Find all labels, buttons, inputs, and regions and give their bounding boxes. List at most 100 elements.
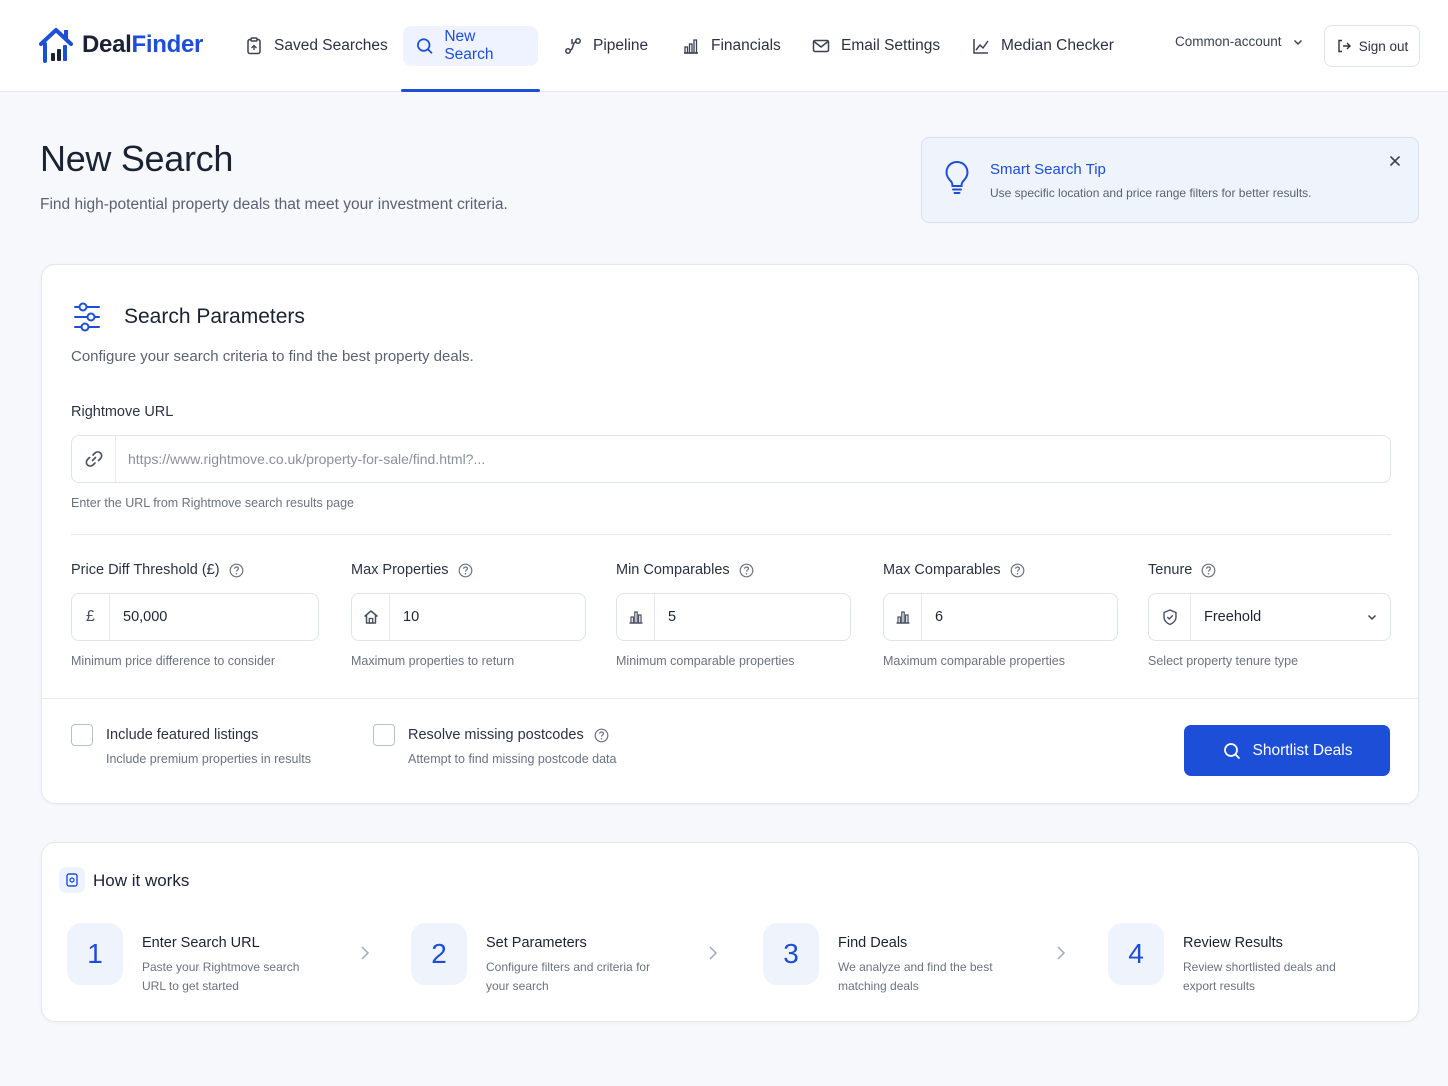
rightmove-url-input[interactable] xyxy=(128,448,1368,470)
tenure-label: Tenure xyxy=(1148,562,1216,578)
step-number: 3 xyxy=(763,923,819,985)
line-chart-icon xyxy=(973,39,989,54)
url-prefix xyxy=(72,436,116,482)
chevron-right-icon xyxy=(1057,946,1066,960)
max-properties-value: 10 xyxy=(403,609,420,625)
tip-text: Use specific location and price range fi… xyxy=(990,186,1312,200)
section-divider xyxy=(71,534,1391,535)
document-icon xyxy=(66,873,78,887)
page-title: New Search xyxy=(40,138,234,179)
step-title: Review Results xyxy=(1183,935,1283,951)
max-comparables-label: Max Comparables xyxy=(883,562,1025,578)
bar-chart-icon xyxy=(629,611,642,624)
max-comparables-field[interactable]: 6 xyxy=(883,593,1118,641)
how-it-works-badge xyxy=(59,867,85,893)
card-divider xyxy=(42,698,1418,699)
close-icon[interactable] xyxy=(1388,154,1402,168)
nav-median-checker[interactable]: Median Checker xyxy=(959,26,1126,66)
link-icon xyxy=(85,451,102,467)
step-title: Set Parameters xyxy=(486,935,587,951)
price-diff-label: Price Diff Threshold (£) xyxy=(71,562,244,578)
field-prefix xyxy=(884,594,922,640)
bar-chart-icon xyxy=(684,39,698,54)
nav-email-settings[interactable]: Email Settings xyxy=(799,26,952,66)
max-properties-help: Maximum properties to return xyxy=(351,654,515,668)
sliders-icon xyxy=(74,302,100,332)
field-prefix xyxy=(352,594,390,640)
nav-saved-searches[interactable]: Saved Searches xyxy=(232,26,400,66)
step-description: Review shortlisted deals and export resu… xyxy=(1183,960,1336,993)
resolve-postcodes-checkbox[interactable] xyxy=(373,724,395,746)
bar-chart-icon xyxy=(896,611,909,624)
price-diff-help: Minimum price difference to consider xyxy=(71,654,276,668)
min-comparables-field[interactable]: 5 xyxy=(616,593,851,641)
rightmove-url-label: Rightmove URL xyxy=(71,404,174,420)
mail-icon xyxy=(812,39,830,53)
help-circle-icon[interactable] xyxy=(739,563,754,578)
max-comparables-value: 6 xyxy=(935,609,944,625)
chevron-down-icon xyxy=(1367,614,1377,621)
min-comparables-help: Minimum comparable properties xyxy=(616,654,795,668)
step-title: Enter Search URL xyxy=(142,935,260,951)
min-comparables-value: 5 xyxy=(668,609,677,625)
help-circle-icon[interactable] xyxy=(229,563,244,578)
shield-icon xyxy=(1162,609,1177,626)
step-description: Configure filters and criteria for your … xyxy=(486,960,651,993)
step-title: Find Deals xyxy=(838,935,908,951)
logo-text: DealFinder xyxy=(82,31,204,58)
pipeline-icon xyxy=(565,38,581,54)
card-description: Configure your search criteria to find t… xyxy=(71,348,474,365)
help-circle-icon[interactable] xyxy=(458,563,473,578)
nav-pipeline[interactable]: Pipeline xyxy=(551,26,660,66)
resolve-postcodes-label[interactable]: Resolve missing postcodes xyxy=(408,727,609,743)
featured-listings-label[interactable]: Include featured listings xyxy=(106,727,258,743)
max-comparables-help: Maximum comparable properties xyxy=(883,654,1066,668)
house-chart-logo-icon xyxy=(39,28,73,63)
step-number: 1 xyxy=(67,923,123,985)
home-icon xyxy=(363,610,378,624)
shortlist-deals-button[interactable]: Shortlist Deals xyxy=(1184,725,1390,776)
card-heading: Search Parameters xyxy=(124,305,305,328)
resolve-postcodes-help: Attempt to find missing postcode data xyxy=(408,752,617,766)
logout-icon xyxy=(1338,39,1351,53)
step-description: We analyze and find the best matching de… xyxy=(838,960,993,993)
featured-listings-help: Include premium properties in results xyxy=(106,752,311,766)
search-parameters-card: Search Parameters Configure your search … xyxy=(41,264,1419,804)
chevron-right-icon xyxy=(361,946,370,960)
clipboard-icon xyxy=(247,37,261,55)
tenure-help: Select property tenure type xyxy=(1148,654,1299,668)
rightmove-url-field[interactable] xyxy=(71,435,1391,483)
min-comparables-label: Min Comparables xyxy=(616,562,754,578)
account-dropdown[interactable]: Common-account xyxy=(1175,34,1304,49)
field-prefix xyxy=(617,594,655,640)
step-description: Paste your Rightmove search URL to get s… xyxy=(142,960,300,993)
chevron-down-icon xyxy=(1293,39,1302,45)
top-nav: DealFinder Saved Searches New Search Pip… xyxy=(0,0,1448,92)
max-properties-label: Max Properties xyxy=(351,562,473,578)
step-number: 4 xyxy=(1108,923,1164,985)
active-tab-indicator xyxy=(401,89,540,92)
featured-listings-checkbox[interactable] xyxy=(71,724,93,746)
nav-new-search[interactable]: New Search xyxy=(403,26,538,66)
rightmove-url-help: Enter the URL from Rightmove search resu… xyxy=(71,496,354,510)
help-circle-icon[interactable] xyxy=(1010,563,1025,578)
tenure-value: Freehold xyxy=(1204,609,1262,625)
nav-financials[interactable]: Financials xyxy=(669,26,793,66)
search-icon xyxy=(417,38,433,54)
tenure-select[interactable]: Freehold xyxy=(1148,593,1391,641)
lightbulb-icon xyxy=(945,160,969,194)
how-it-works-heading: How it works xyxy=(93,871,190,890)
help-circle-icon[interactable] xyxy=(1201,563,1216,578)
price-diff-field[interactable]: £ 50,000 xyxy=(71,593,319,641)
price-diff-value: 50,000 xyxy=(123,609,168,625)
how-it-works-card: How it works 1 Enter Search URL Paste yo… xyxy=(41,842,1419,1022)
help-circle-icon[interactable] xyxy=(594,728,609,743)
chevron-right-icon xyxy=(709,946,718,960)
sign-out-button[interactable]: Sign out xyxy=(1324,25,1420,67)
tip-title: Smart Search Tip xyxy=(990,161,1106,178)
max-properties-field[interactable]: 10 xyxy=(351,593,586,641)
step-number: 2 xyxy=(411,923,467,985)
logo[interactable]: DealFinder xyxy=(38,24,203,66)
search-icon xyxy=(1223,742,1240,759)
page-subtitle: Find high-potential property deals that … xyxy=(40,196,508,213)
